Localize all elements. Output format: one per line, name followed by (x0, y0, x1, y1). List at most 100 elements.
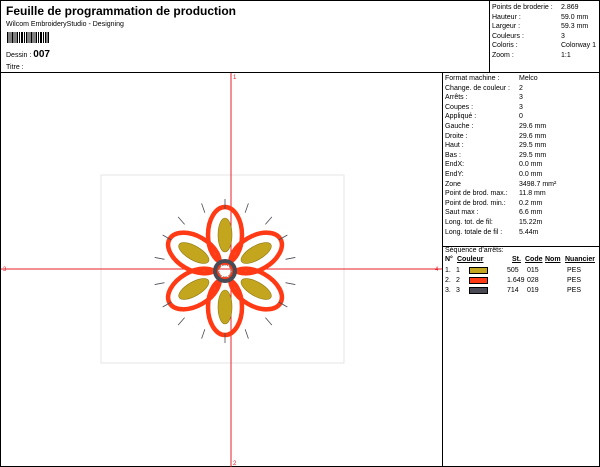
info-value: 5.44m (519, 228, 539, 236)
col-couleur: Couleur (457, 256, 484, 263)
info-label: Format machine : (445, 75, 500, 82)
seq-number: 3. (445, 287, 451, 294)
info-label: Appliqué : (445, 113, 477, 121)
info-row: Appliqué : 0 (445, 112, 599, 122)
color-swatch (469, 287, 488, 294)
stat-label: Couleurs : (492, 32, 524, 40)
seq-code: 019 (527, 287, 539, 294)
stat-value: Colorway 1 (561, 42, 597, 50)
dessin-label: Dessin : (6, 52, 32, 59)
sequence-row: 3. 3 714 019 PES (445, 286, 599, 296)
info-row: Point de brod. min.: 0.2 mm (445, 199, 599, 209)
sequence-header: N° Couleur St. Code Nom Nuancier (445, 256, 599, 265)
seq-stitches: 714 (507, 287, 519, 294)
info-value: 3498.7 mm² (519, 180, 557, 188)
info-label: Point de brod. min.: (445, 199, 506, 207)
col-code: Code (525, 256, 543, 263)
info-row: EndX: 0.0 mm (445, 160, 599, 170)
seq-number: 2. (445, 277, 451, 284)
info-row: Long. tot. de fil: 15.22m (445, 218, 599, 228)
info-value: 6.6 mm (519, 209, 543, 217)
info-row: Haut : 29.5 mm (445, 141, 599, 151)
info-row: Format machine : Melco (445, 74, 599, 84)
info-row: Long. totale de fil : 5.44m (445, 228, 599, 238)
seq-number: 1. (445, 267, 451, 274)
info-value: 0.0 mm (519, 161, 543, 169)
info-value: 29.5 mm (519, 151, 547, 159)
info-row: EndY: 0.0 mm (445, 170, 599, 180)
info-value: 3 (519, 94, 523, 102)
info-value: Melco (519, 75, 538, 82)
info-label: EndX: (445, 161, 465, 169)
stat-value: 3 (561, 32, 565, 40)
stat-value: 2.869 (561, 4, 579, 11)
info-row: Coupes : 3 (445, 103, 599, 113)
info-row: Droite : 29.6 mm (445, 132, 599, 142)
sequence-list: 1. 1 505 015 PES 2. 2 1.649 028 PES 3. 3 714 019 PES (445, 266, 599, 296)
seq-code: 015 (527, 267, 539, 274)
info-label: Long. tot. de fil: (445, 218, 493, 226)
info-value: 0 (519, 113, 523, 121)
seq-chart: PES (567, 277, 582, 284)
info-label: Saut max : (445, 209, 479, 217)
info-row: Zone 3498.7 mm² (445, 180, 599, 190)
info-label: Bas : (445, 151, 461, 159)
marker-right: 4 (435, 267, 439, 273)
info-value: 29.6 mm (519, 122, 547, 130)
header-stats: Points de broderie : 2.869 Hauteur : 59.0 m… (491, 3, 599, 61)
color-swatch (469, 267, 488, 274)
stat-value: 59.3 mm (561, 23, 589, 31)
col-nuancier: Nuancier (565, 256, 595, 263)
info-row: Saut max : 6.6 mm (445, 208, 599, 218)
header-left: Feuille de programmation de production W… (2, 2, 489, 72)
sequence-row: 1. 1 505 015 PES (445, 266, 599, 276)
design-preview: 1 2 3 4 (1, 73, 442, 467)
stat-label: Zoom : (492, 51, 514, 59)
info-label: Gauche : (445, 122, 474, 130)
seq-index: 1 (456, 267, 460, 274)
col-st: St. (512, 256, 521, 263)
info-label: Long. totale de fil : (445, 228, 503, 236)
marker-top: 1 (233, 75, 237, 81)
header-stat-row: Coloris : Colorway 1 (491, 41, 599, 51)
info-value: 0.2 mm (519, 199, 543, 207)
seq-index: 3 (456, 287, 460, 294)
sequence-title: Séquence d'arrêts: (445, 247, 504, 254)
stat-value: 59.0 mm (561, 13, 589, 21)
header-divider (489, 1, 490, 72)
barcode-icon (7, 32, 49, 43)
info-row: Arrêts : 3 (445, 93, 599, 103)
seq-index: 2 (456, 277, 460, 284)
dessin-field: Dessin :007 (6, 49, 50, 60)
header-stat-row: Points de broderie : 2.869 (491, 3, 599, 13)
info-value: 2 (519, 84, 523, 92)
color-swatch (469, 277, 488, 284)
header-stat-row: Zoom : 1:1 (491, 51, 599, 61)
stat-label: Largeur : (492, 23, 521, 31)
info-row: Bas : 29.5 mm (445, 151, 599, 161)
machine-info: Format machine : Melco Change. de couleur … (445, 74, 599, 237)
petal (201, 199, 249, 266)
info-label: Change. de couleur : (445, 84, 510, 92)
stat-value: 1:1 (561, 51, 571, 59)
info-value: 29.6 mm (519, 132, 547, 140)
info-value: 3 (519, 103, 523, 111)
seq-stitches: 1.649 (507, 277, 525, 284)
info-label: Droite : (445, 132, 468, 140)
software-name: Wilcom EmbroideryStudio - Designing (6, 21, 124, 28)
info-value: 15.22m (519, 218, 543, 226)
sheet-title: Feuille de programmation de production (6, 4, 237, 18)
info-value: 29.5 mm (519, 142, 547, 150)
stat-label: Points de broderie : (492, 4, 553, 11)
sequence-row: 2. 2 1.649 028 PES (445, 276, 599, 286)
production-sheet: Feuille de programmation de production W… (0, 0, 600, 467)
info-row: Point de brod. max.: 11.8 mm (445, 189, 599, 199)
info-label: Coupes : (445, 103, 474, 111)
info-label: Zone (445, 180, 461, 188)
info-label: Point de brod. max.: (445, 190, 508, 198)
dessin-value: 007 (33, 49, 50, 60)
seq-code: 028 (527, 277, 539, 284)
header-stat-row: Largeur : 59.3 mm (491, 22, 599, 32)
titre-label: Titre : (6, 64, 24, 71)
seq-stitches: 505 (507, 267, 519, 274)
